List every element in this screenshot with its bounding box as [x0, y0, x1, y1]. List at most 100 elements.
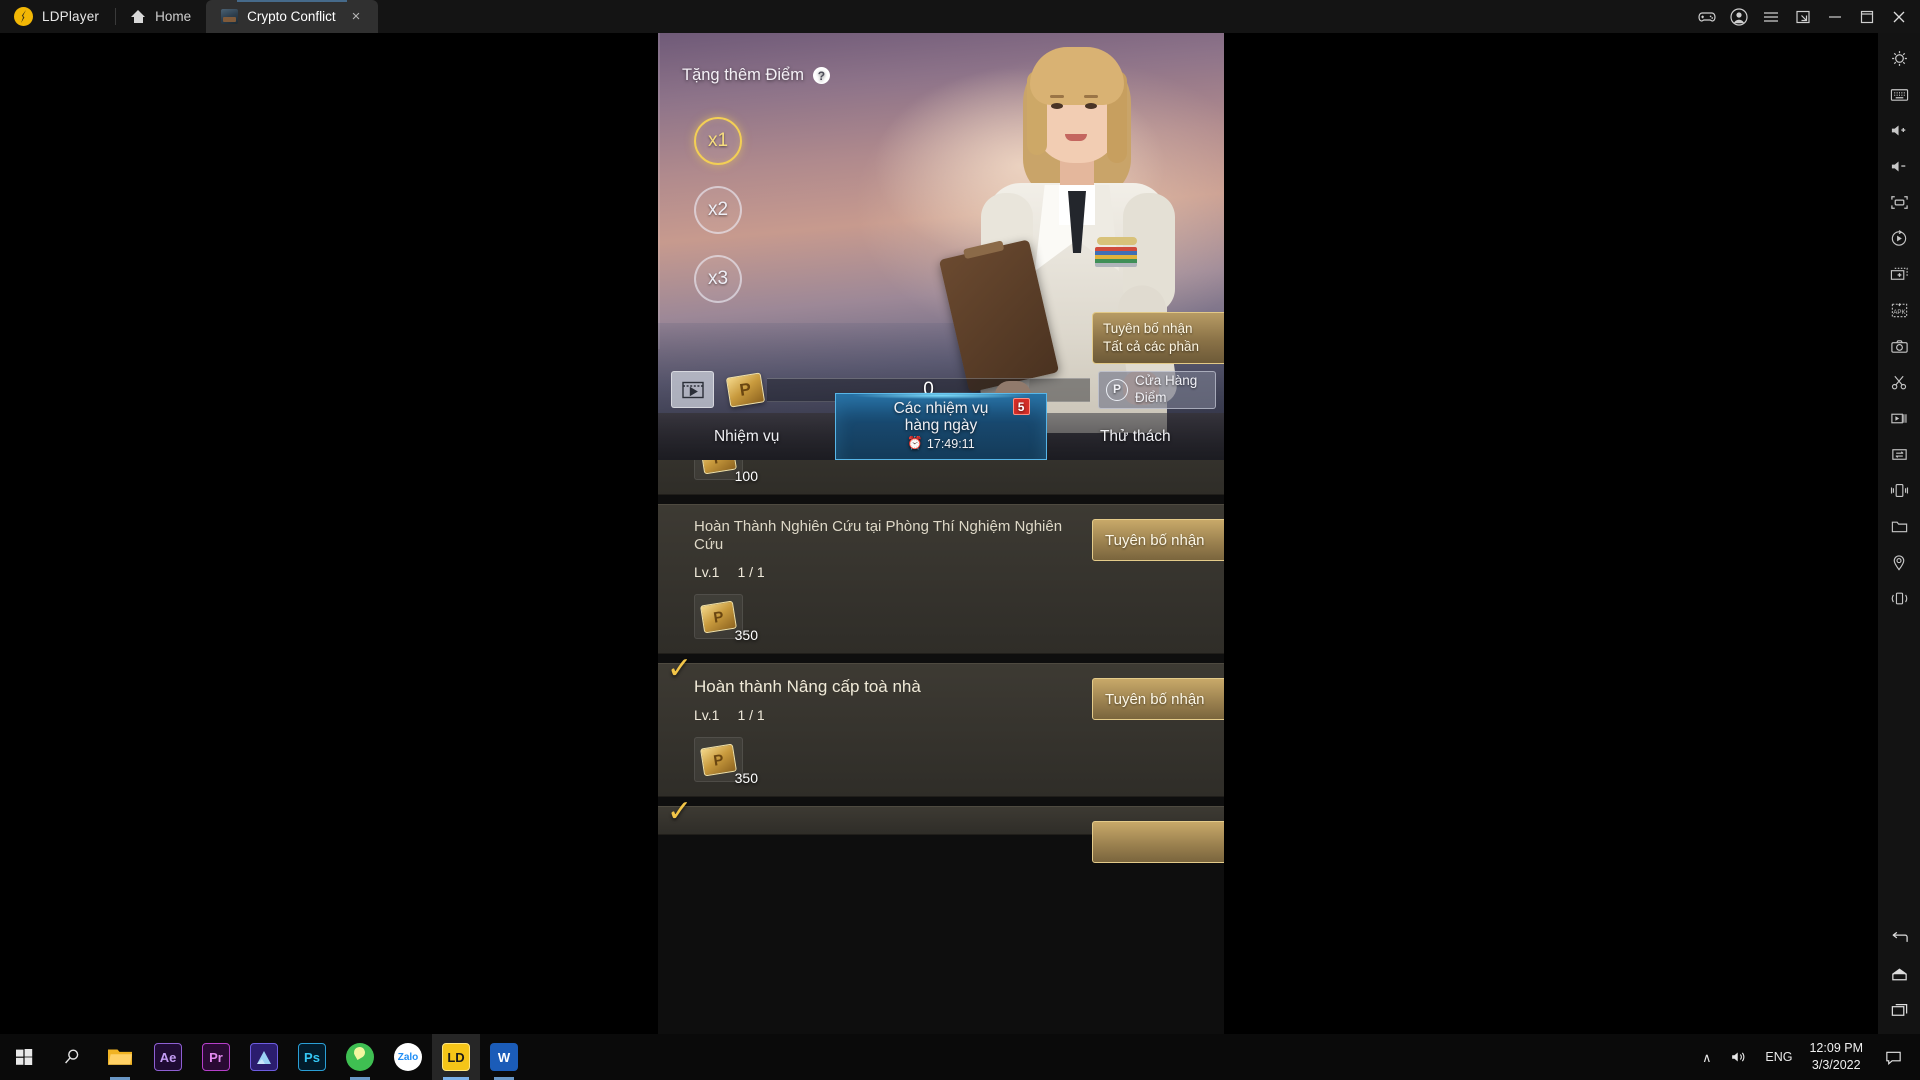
tab-home-label: Home: [155, 9, 192, 24]
photoshop-tile: Ps: [298, 1043, 326, 1071]
after-effects-tile: Ae: [154, 1043, 182, 1071]
mission-list[interactable]: P 100 Hoàn Thành Nghiên Cứu tại Phòng Th…: [658, 460, 1224, 1034]
home-nav-icon[interactable]: [1878, 956, 1920, 992]
install-apk-icon[interactable]: APK: [1878, 292, 1920, 328]
point-shop-button[interactable]: P Cửa Hàng Điểm: [1098, 370, 1216, 409]
claim-all-button[interactable]: Tuyên bố nhận Tất cả các phần: [1092, 312, 1224, 365]
tab-missions[interactable]: Nhiệm vụ: [658, 413, 835, 460]
mission-row[interactable]: ✓ Hoàn thành Nâng cấp toà nhà Lv.1 1 / 1…: [658, 654, 1224, 798]
vibrate-icon[interactable]: [1878, 580, 1920, 616]
tab-challenges-label: Thử thách: [1099, 427, 1171, 445]
volume-up-icon[interactable]: [1878, 112, 1920, 148]
tab-daily-missions[interactable]: Các nhiệm vụ hàng ngày ⏰ 17:49:11 5: [835, 392, 1047, 460]
multiplier-x3[interactable]: x3: [694, 255, 742, 303]
taskbar-app-ldplayer[interactable]: LD: [432, 1034, 480, 1080]
ldplayer-logo-icon: [14, 7, 33, 26]
daily-badge-count: 5: [1012, 398, 1030, 415]
multiplier-selector: x1 x2 x3: [694, 117, 742, 324]
taskbar-app-adobe-app[interactable]: [240, 1034, 288, 1080]
mission-row[interactable]: ✓: [658, 797, 1224, 864]
keyboard-icon[interactable]: [1878, 76, 1920, 112]
windows-start-icon[interactable]: [0, 1034, 48, 1080]
tab-crypto-conflict-label: Crypto Conflict: [247, 9, 336, 24]
tab-missions-label: Nhiệm vụ: [713, 427, 780, 445]
close-icon[interactable]: [1884, 0, 1914, 33]
mission-level: Lv.1: [694, 707, 720, 724]
speaker-icon[interactable]: [1720, 1034, 1756, 1080]
location-pin-icon[interactable]: [1878, 544, 1920, 580]
maximize-icon[interactable]: [1852, 0, 1882, 33]
language-indicator[interactable]: ENG: [1756, 1034, 1801, 1080]
system-tray: ∧ ENG 12:09 PM 3/3/2022: [1693, 1034, 1920, 1080]
green-browser-tile: [346, 1043, 374, 1071]
add-instance-icon[interactable]: [1878, 256, 1920, 292]
game-viewport: Tặng thêm Điểm ? x1 x2 x3 Tuyên bố nhận …: [658, 33, 1224, 1034]
svg-text:APK: APK: [1893, 309, 1906, 316]
daily-timer-value: 17:49:11: [926, 436, 975, 451]
shake-icon[interactable]: [1878, 472, 1920, 508]
premiere-pro-tile: Pr: [202, 1043, 230, 1071]
taskbar-app-photoshop[interactable]: Ps: [288, 1034, 336, 1080]
minimize-icon[interactable]: [1820, 0, 1850, 33]
shop-point-icon: P: [1106, 378, 1128, 401]
point-shop-label: Cửa Hàng Điểm: [1135, 373, 1197, 406]
claim-button[interactable]: Tuyên bố nhận: [1092, 519, 1224, 561]
home-icon: [131, 10, 146, 23]
account-icon[interactable]: [1724, 0, 1754, 33]
video-play-icon[interactable]: [671, 371, 714, 408]
ldplayer-tile: LD: [442, 1043, 470, 1071]
mission-progress: 1 / 1: [737, 707, 765, 724]
zalo-tile: Zalo: [394, 1043, 422, 1071]
settings-gear-icon[interactable]: [1878, 40, 1920, 76]
folder-icon[interactable]: [1878, 508, 1920, 544]
sidebar-nav-group: [1878, 920, 1920, 1034]
mission-level: Lv.1: [694, 564, 720, 580]
back-icon[interactable]: [1878, 920, 1920, 956]
taskbar-app-premiere-pro[interactable]: Pr: [192, 1034, 240, 1080]
volume-down-icon[interactable]: [1878, 148, 1920, 184]
file-transfer-icon[interactable]: [1878, 436, 1920, 472]
tray-chevron-up-icon[interactable]: ∧: [1693, 1034, 1720, 1080]
gamepad-icon[interactable]: [1692, 0, 1722, 33]
search-icon[interactable]: [48, 1034, 96, 1080]
brand-name: LDPlayer: [42, 9, 100, 24]
tab-crypto-conflict[interactable]: Crypto Conflict ×: [206, 0, 379, 33]
taskbar-app-file-explorer[interactable]: [96, 1034, 144, 1080]
taskbar-clock[interactable]: 12:09 PM 3/3/2022: [1801, 1034, 1875, 1080]
tab-daily-line2: hàng ngày: [904, 417, 978, 434]
completed-check-icon: ✓: [667, 795, 693, 829]
claim-button[interactable]: Tuyên bố nhận: [1092, 678, 1224, 720]
taskbar-app-word[interactable]: W: [480, 1034, 528, 1080]
taskbar-app-green-browser[interactable]: [336, 1034, 384, 1080]
mission-row[interactable]: Hoàn Thành Nghiên Cứu tại Phòng Thí Nghi…: [658, 504, 1224, 654]
rotate-screen-icon[interactable]: [1878, 220, 1920, 256]
reward-amount: 350: [734, 627, 758, 643]
resize-icon[interactable]: [1788, 0, 1818, 33]
taskbar-app-after-effects[interactable]: Ae: [144, 1034, 192, 1080]
menu-icon[interactable]: [1756, 0, 1786, 33]
record-video-icon[interactable]: [1878, 400, 1920, 436]
close-tab-icon[interactable]: ×: [349, 7, 364, 26]
emulator-tabs: Home Crypto Conflict ×: [116, 0, 379, 33]
notification-icon[interactable]: [1875, 1034, 1912, 1080]
hero-banner: Tặng thêm Điểm ? x1 x2 x3 Tuyên bố nhận …: [658, 33, 1224, 460]
fullscreen-icon[interactable]: [1878, 184, 1920, 220]
multiplier-x2[interactable]: x2: [694, 186, 742, 234]
help-icon[interactable]: ?: [812, 67, 830, 84]
point-shop-line1: Cửa Hàng: [1135, 373, 1198, 389]
tab-daily-line1: Các nhiệm vụ: [893, 399, 989, 417]
emulator-titlebar: LDPlayer Home Crypto Conflict ×: [0, 0, 1920, 33]
mission-reward: P 350: [694, 737, 758, 786]
scissors-icon[interactable]: [1878, 364, 1920, 400]
sidebar-top-group: APK: [1878, 33, 1920, 616]
tab-challenges[interactable]: Thử thách: [1047, 413, 1224, 460]
recent-apps-icon[interactable]: [1878, 992, 1920, 1028]
tab-home[interactable]: Home: [116, 0, 206, 33]
screenshot-icon[interactable]: [1878, 328, 1920, 364]
claim-all-line1: Tuyên bố nhận: [1103, 321, 1193, 336]
taskbar-app-zalo[interactable]: Zalo: [384, 1034, 432, 1080]
mission-meta: Lv.1 1 / 1: [658, 564, 1224, 580]
multiplier-x1[interactable]: x1: [694, 117, 742, 165]
claim-button[interactable]: [1092, 821, 1224, 864]
mission-row[interactable]: P 100: [658, 460, 1224, 495]
